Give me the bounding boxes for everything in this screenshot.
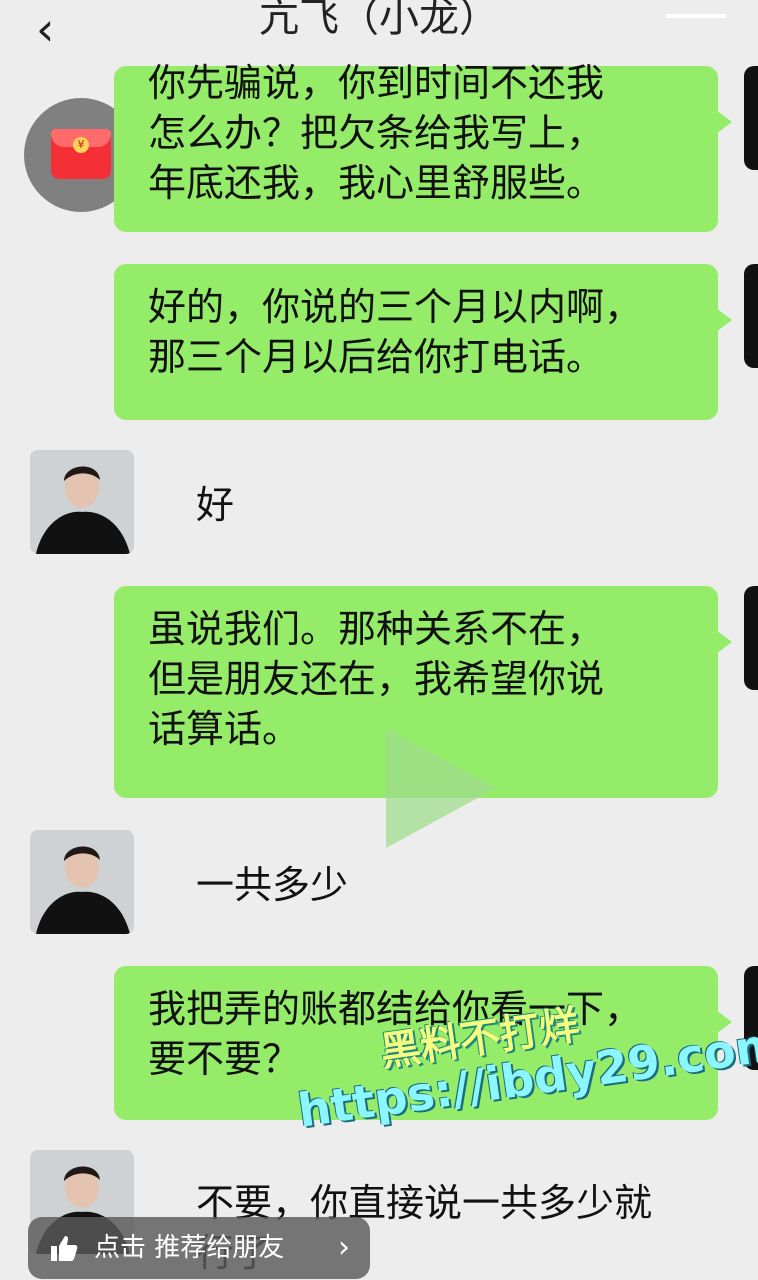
avatar[interactable]	[744, 264, 758, 368]
red-envelope-icon: ¥	[51, 129, 111, 179]
message-bubble-outgoing[interactable]: 好的，你说的三个月以内啊， 那三个月以后给你打电话。	[114, 264, 732, 420]
chat-header: ‹ 亢飞（小龙）	[0, 0, 758, 64]
message-text-incoming: 好	[196, 483, 235, 527]
coin-symbol: ¥	[73, 137, 89, 153]
message-text: 你先骗说，你到时间不还我 怎么办？把欠条给我写上， 年底还我，我心里舒服些。	[148, 61, 605, 205]
recommend-label: 点击 推荐给朋友	[94, 1233, 285, 1263]
chevron-right-icon: ›	[338, 1230, 350, 1265]
message-text-incoming: 一共多少	[196, 863, 349, 907]
chat-title: 亢飞（小龙）	[259, 0, 499, 41]
avatar[interactable]	[30, 450, 134, 554]
thumbs-up-icon	[51, 1236, 78, 1261]
message-text: 好的，你说的三个月以内啊， 那三个月以后给你打电话。	[148, 285, 643, 379]
message-bubble-outgoing[interactable]: 你先骗说，你到时间不还我 怎么办？把欠条给我写上， 年底还我，我心里舒服些。	[114, 61, 732, 232]
play-overlay-icon	[386, 728, 496, 848]
avatar[interactable]	[30, 830, 134, 934]
more-icon[interactable]	[666, 14, 726, 18]
recommend-button[interactable]: 点击 推荐给朋友 ›	[28, 1217, 370, 1279]
avatar[interactable]	[744, 66, 758, 170]
avatar[interactable]	[744, 586, 758, 690]
